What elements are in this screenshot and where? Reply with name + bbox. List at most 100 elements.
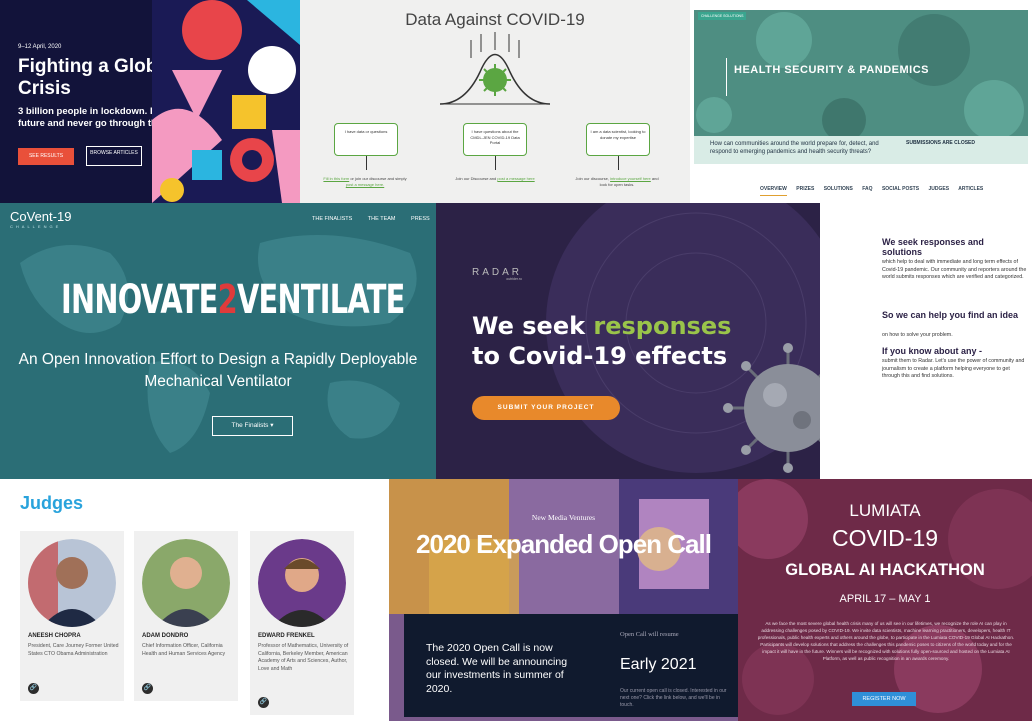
headline-b: to Covid-19 effects xyxy=(472,342,728,370)
wordmark-2: 2 xyxy=(217,277,238,323)
top-nav: THE FINALISTS THE TEAM PRESS xyxy=(312,216,436,222)
tab-judges[interactable]: JUDGES xyxy=(928,186,949,192)
caption-3: Join our discourse, introduce yourself h… xyxy=(572,176,662,187)
judge-name: ANEESH CHOPRA xyxy=(28,633,81,639)
judge-photo xyxy=(28,539,116,627)
judge-role: Professor of Mathematics, University of … xyxy=(258,643,349,672)
headline-a: We seek xyxy=(472,312,594,340)
link-icon[interactable]: 🔗 xyxy=(28,683,39,694)
judge-name: EDWARD FRENKEL xyxy=(258,633,315,639)
logo-text: CoVent-19 xyxy=(10,209,72,224)
geometric-art xyxy=(152,0,300,203)
divider xyxy=(726,58,727,96)
wordmark-a: INNOVATE xyxy=(61,277,218,323)
judge-card[interactable]: EDWARD FRENKEL Professor of Mathematics,… xyxy=(250,531,354,715)
challenge-question: How can communities around the world pre… xyxy=(710,141,879,155)
headline-highlight: responses xyxy=(593,312,732,340)
nav-press[interactable]: PRESS xyxy=(411,216,430,222)
judge-card[interactable]: ANEESH CHOPRA President, Care Journey Fo… xyxy=(20,531,124,701)
section-text: which help to deal with immediate and lo… xyxy=(882,259,1027,280)
judge-role: Chief Information Officer, California He… xyxy=(142,643,226,657)
judge-photo xyxy=(258,539,346,627)
caption-text: Join our Discourse and xyxy=(455,176,498,181)
hero-title: HEALTH SECURITY & PANDEMICS xyxy=(734,64,930,76)
caption-text: Join our discourse, xyxy=(575,176,611,181)
panel-radar-info: We seek responses and solutions which he… xyxy=(820,203,1032,479)
world-map-background xyxy=(20,235,417,453)
judge-role: President, Care Journey Former United St… xyxy=(28,643,119,657)
caption-2: Join our Discourse and post a message he… xyxy=(450,176,540,182)
post-message-link[interactable]: post a message here xyxy=(497,176,534,181)
chevron-down-icon: ▾ xyxy=(270,422,274,429)
event-dates: APRIL 17 – MAY 1 xyxy=(839,593,931,605)
option-box-portal-questions[interactable]: I have questions about the CMDL-JEN COVI… xyxy=(463,123,527,156)
fill-form-link[interactable]: Fill in this form xyxy=(323,176,349,181)
status-badge: SUBMISSIONS ARE CLOSED xyxy=(906,140,975,146)
tab-articles[interactable]: ARTICLES xyxy=(958,186,983,192)
link-icon[interactable]: 🔗 xyxy=(142,683,153,694)
option-box-data-questions[interactable]: I have data or questions xyxy=(334,123,398,156)
tab-solutions[interactable]: SOLUTIONS xyxy=(824,186,853,192)
description: As we face the most severe global health… xyxy=(757,621,1015,661)
section-heading: If you know about any - xyxy=(882,346,983,356)
panel-judges: Judges ANEESH CHOPRA President, Care Jou… xyxy=(0,479,389,721)
tab-overview[interactable]: OVERVIEW xyxy=(760,186,787,196)
nav-team[interactable]: THE TEAM xyxy=(368,216,396,222)
hero-headline: 2020 Expanded Open Call xyxy=(416,529,712,559)
open-call-card: The 2020 Open Call is now closed. We wil… xyxy=(404,614,738,717)
radar-logo[interactable]: RADAR outrider.ro xyxy=(472,267,522,281)
tab-prizes[interactable]: PRIZES xyxy=(796,186,814,192)
judge-name: ADAM DONDRO xyxy=(142,633,189,639)
see-results-button[interactable]: SEE RESULTS xyxy=(18,148,74,165)
covent-logo[interactable]: CoVent-19 CHALLENGE xyxy=(10,209,71,229)
register-now-button[interactable]: REGISTER NOW xyxy=(852,692,916,706)
arrow-icon xyxy=(495,156,496,170)
resume-label: Open Call will resume xyxy=(620,631,679,638)
hero-tagline: An Open Innovation Effort to Design a Ra… xyxy=(18,351,418,390)
info-band: How can communities around the world pre… xyxy=(694,136,1028,164)
option-box-data-scientist[interactable]: I am a data scientist, looking to donate… xyxy=(586,123,650,156)
nav-finalists[interactable]: THE FINALISTS xyxy=(312,216,352,222)
section-text: submit them to Radar. Let's use the powe… xyxy=(882,358,1025,379)
tab-bar: OVERVIEW PRIZES SOLUTIONS FAQ SOCIAL POS… xyxy=(760,186,991,196)
category-tag: CHALLENGE SOLUTIONS xyxy=(698,12,747,20)
wordmark-b: VENTILATE xyxy=(236,277,405,323)
resume-note: Our current open call is closed. Interes… xyxy=(620,688,727,708)
hero-banner: CHALLENGE SOLUTIONS HEALTH SECURITY & PA… xyxy=(694,10,1028,136)
link-icon[interactable]: 🔗 xyxy=(258,697,269,708)
event-date: 9–12 April, 2020 xyxy=(18,44,62,50)
section-heading: We seek responses and solutions xyxy=(882,237,984,257)
browse-articles-button[interactable]: BROWSE ARTICLES xyxy=(86,146,142,166)
panel-health-security: CHALLENGE SOLUTIONS HEALTH SECURITY & PA… xyxy=(690,0,1032,203)
section-text: on how to solve your problem. xyxy=(882,332,953,338)
page-title: Data Against COVID-19 xyxy=(405,10,585,29)
judge-card[interactable]: ADAM DONDRO Chief Information Officer, C… xyxy=(134,531,238,701)
judge-photo xyxy=(142,539,230,627)
hero-subtitle: GLOBAL AI HACKATHON xyxy=(785,561,985,579)
org-name: LUMIATA xyxy=(849,501,921,520)
finalists-dropdown-button[interactable]: The Finalists ▾ xyxy=(212,416,293,436)
panel-new-media-ventures: New Media Ventures 2020 Expanded Open Ca… xyxy=(389,479,738,721)
hero-title: COVID-19 xyxy=(831,525,939,551)
panel-data-against-covid: Data Against COVID-19 I have data or que… xyxy=(300,0,690,203)
arrow-icon xyxy=(618,156,619,170)
caption-text: or join our discourse and simply xyxy=(349,176,407,181)
section-title: Judges xyxy=(20,493,84,513)
panel-covent-19: CoVent-19 CHALLENGE THE FINALISTS THE TEA… xyxy=(0,203,436,479)
tab-social-posts[interactable]: SOCIAL POSTS xyxy=(882,186,919,192)
caption-1: Fill in this form or join our discourse … xyxy=(320,176,410,187)
panel-fighting-global-crisis: 9–12 April, 2020 Fighting a Global Crisi… xyxy=(0,0,300,203)
arrow-icon xyxy=(366,156,367,170)
org-name: New Media Ventures xyxy=(531,513,596,522)
logo-subtext: CHALLENGE xyxy=(10,224,62,229)
tab-faq[interactable]: FAQ xyxy=(862,186,872,192)
resume-date: Early 2021 xyxy=(620,656,697,673)
introduce-yourself-link[interactable]: introduce yourself here xyxy=(610,176,651,181)
button-label: The Finalists xyxy=(231,422,269,429)
panel-lumiata-hackathon: LUMIATA COVID-19 GLOBAL AI HACKATHON APR… xyxy=(738,479,1032,721)
bell-curve-virus-icon xyxy=(439,32,551,105)
hero-wordmark: INNOVATE2VENTILATE xyxy=(61,277,405,323)
post-message-link[interactable]: post a message here. xyxy=(346,182,384,187)
submit-project-button[interactable]: SUBMIT YOUR PROJECT xyxy=(472,396,620,420)
closed-message: The 2020 Open Call is now closed. We wil… xyxy=(426,642,568,695)
